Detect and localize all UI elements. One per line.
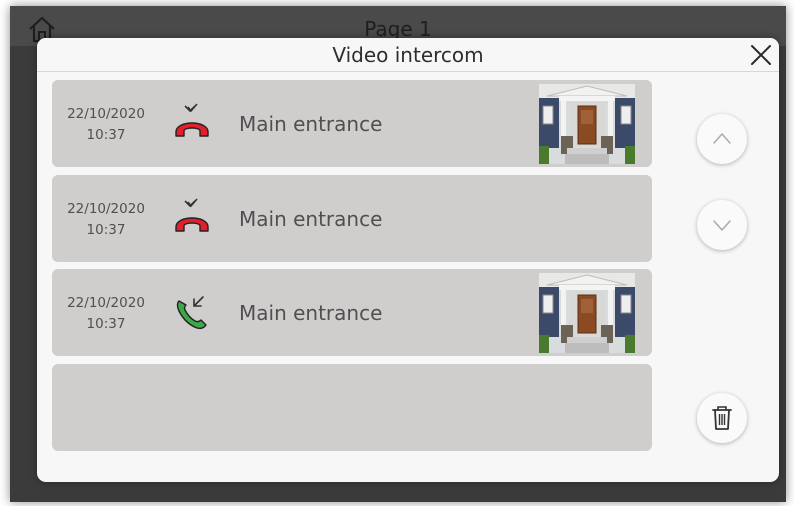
call-source-label: Main entrance <box>239 207 383 231</box>
call-log-row-empty <box>52 364 652 451</box>
scroll-down-button[interactable] <box>697 200 747 250</box>
missed-call-icon <box>175 103 209 137</box>
close-icon[interactable] <box>749 43 773 67</box>
call-time: 10:37 <box>86 222 126 238</box>
house-entrance-image <box>539 84 635 164</box>
chevron-up-icon <box>713 133 731 144</box>
call-log-row[interactable]: 22/10/2020 10:37 Main entrance <box>52 175 652 262</box>
call-date: 22/10/2020 <box>67 106 145 122</box>
video-intercom-dialog: Video intercom 22/10/2020 10:37 Main ent… <box>37 38 779 482</box>
dialog-header: Video intercom <box>37 38 779 72</box>
call-log-row[interactable]: 22/10/2020 10:37 Main entrance <box>52 269 652 356</box>
delete-button[interactable] <box>697 393 747 443</box>
call-date: 22/10/2020 <box>67 201 145 217</box>
dialog-title: Video intercom <box>332 43 484 67</box>
trash-icon <box>712 406 732 430</box>
camera-snapshot[interactable] <box>539 273 635 353</box>
call-datetime: 22/10/2020 10:37 <box>62 104 150 146</box>
call-date: 22/10/2020 <box>67 295 145 311</box>
call-source-label: Main entrance <box>239 301 383 325</box>
house-entrance-image <box>539 273 635 353</box>
call-datetime: 22/10/2020 10:37 <box>62 293 150 335</box>
chevron-down-icon <box>713 220 731 231</box>
call-log-row[interactable]: 22/10/2020 10:37 Main entrance <box>52 80 652 167</box>
incoming-call-icon <box>176 296 207 330</box>
camera-snapshot[interactable] <box>539 84 635 164</box>
call-time: 10:37 <box>86 127 126 143</box>
call-datetime: 22/10/2020 10:37 <box>62 199 150 241</box>
call-time: 10:37 <box>86 316 126 332</box>
missed-call-icon <box>175 198 209 232</box>
scroll-up-button[interactable] <box>697 114 747 164</box>
call-source-label: Main entrance <box>239 112 383 136</box>
